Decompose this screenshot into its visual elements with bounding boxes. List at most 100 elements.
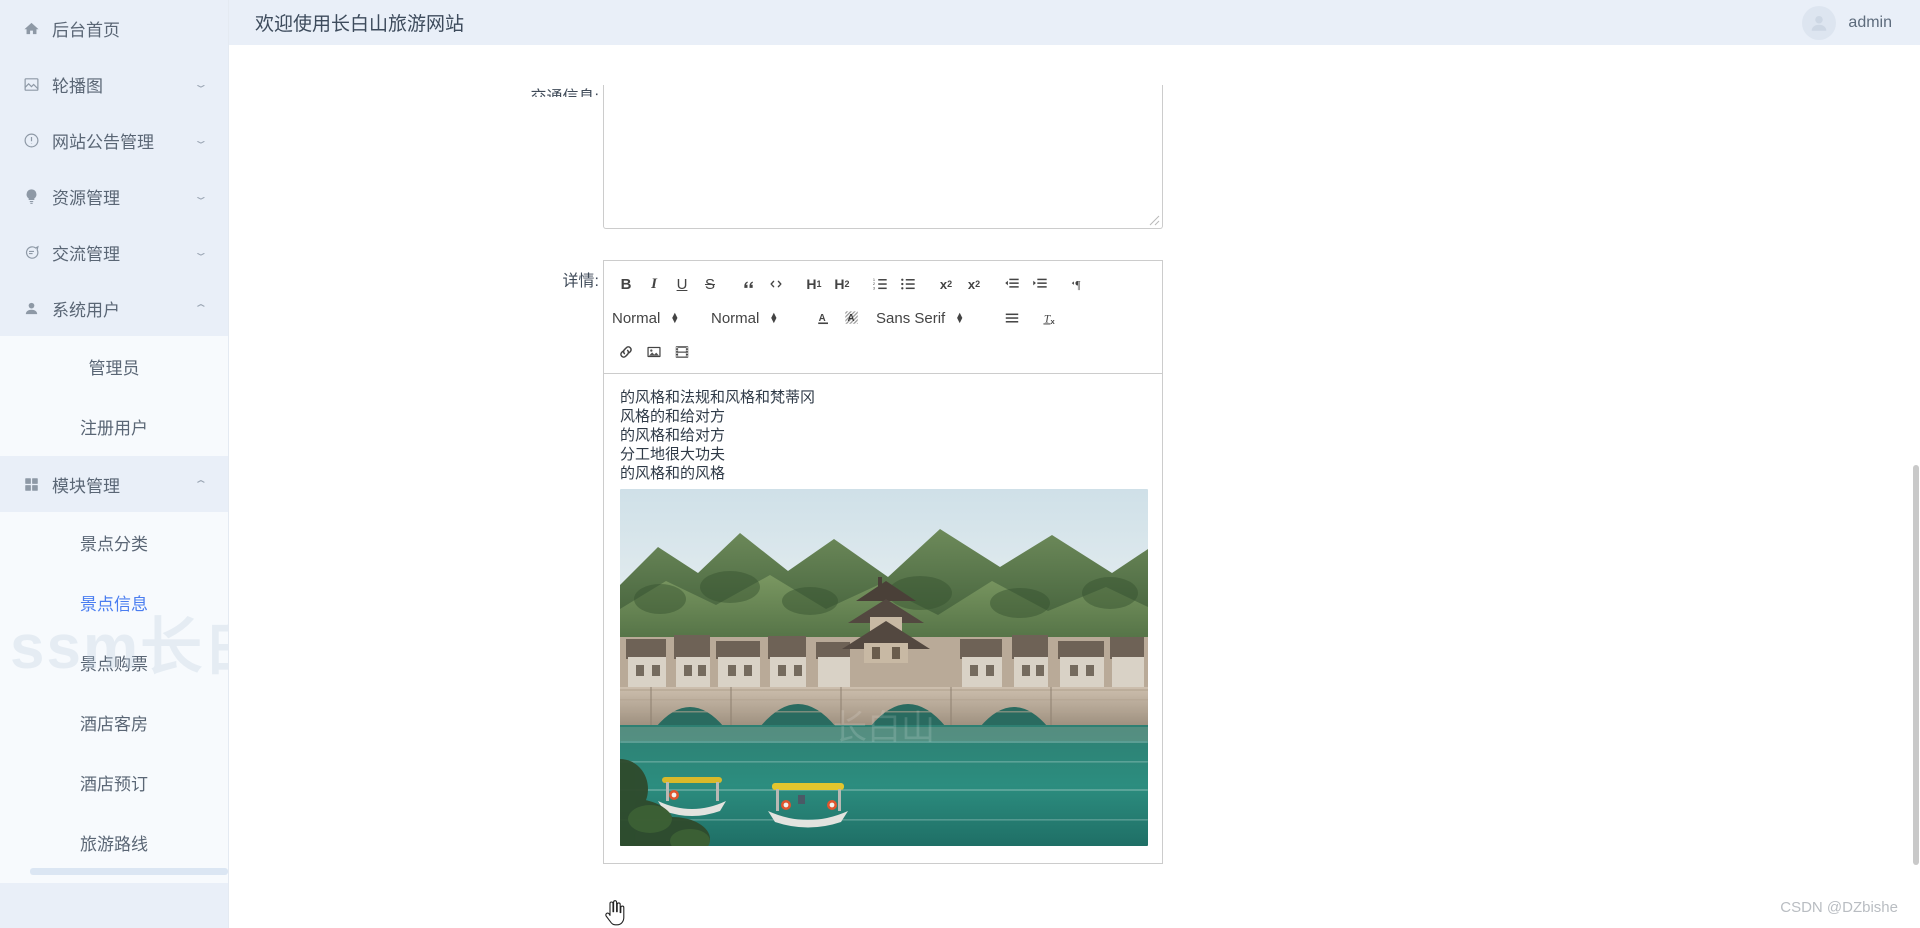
sidebar-subitem-label: 景点分类 [80,534,148,554]
underline-icon[interactable]: U [668,271,696,297]
traffic-info-textarea[interactable] [603,85,1163,229]
sidebar-item-system-users[interactable]: 系统用户 ⌃ [0,280,228,336]
heading-2-icon[interactable]: H2 [828,271,856,297]
bold-icon[interactable]: B [612,271,640,297]
sidebar-item-label: 系统用户 [52,300,120,320]
size-picker[interactable]: Normal ▲ ▼ [612,305,707,331]
editor-embedded-image[interactable]: 长白山 [620,489,1148,846]
clear-format-icon[interactable]: Tx [1036,305,1064,331]
editor-toolbar-row-3 [612,335,1154,369]
app-root: ssm长白山 0806102 后台首页 轮播图 ⌄ 网站公告管理 [0,0,1920,928]
editor-content-line: 分工地很大功夫 [620,446,726,463]
sidebar-scrollbar-overlay[interactable] [30,868,228,875]
sidebar-item-communication[interactable]: 交流管理 ⌄ [0,224,228,280]
content-bottom-spacer [229,883,1920,928]
sidebar-item-label: 交流管理 [52,244,120,264]
ordered-list-icon[interactable]: 123 [866,271,894,297]
italic-icon[interactable]: I [640,271,668,297]
text-direction-icon[interactable]: ¶ [1064,271,1092,297]
sidebar-item-dashboard[interactable]: 后台首页 [0,0,228,56]
image-icon [20,73,42,95]
editor-toolbar-row-1: B I U S H1 H2 1 2 3 x 2 x 2 ¶ [612,267,1154,301]
sidebar-subitem-registered-user[interactable]: 注册用户 [0,396,228,456]
indent-icon[interactable] [1026,271,1054,297]
sidebar-subitem-label: 管理员 [88,358,140,378]
sidebar-subitem-administrator[interactable]: 管理员 [0,336,228,396]
svg-text:A: A [848,313,855,324]
superscript-icon[interactable]: x2 [960,271,988,297]
sidebar-subitem-hotel-booking[interactable]: 酒店预订 [0,752,228,812]
sidebar-subitem-scenic-ticket[interactable]: 景点购票 [0,632,228,692]
chevron-down-icon: ⌄ [192,190,210,202]
user-name: admin [1848,13,1892,31]
svg-text:3: 3 [873,286,875,291]
chevron-up-icon: ⌃ [192,478,210,490]
sidebar-item-label: 网站公告管理 [52,132,154,152]
sidebar-item-label: 后台首页 [52,20,120,40]
sidebar-subitem-tour-route[interactable]: 旅游路线 [0,812,228,872]
sidebar-subitem-label: 酒店预订 [80,774,148,794]
editor-content-line: 的风格和法规和风格和梵蒂冈 [620,389,816,406]
chevron-up-icon: ⌃ [192,302,210,314]
bulb-icon [20,185,42,207]
main-area: 欢迎使用长白山旅游网站 admin 交通信息: 详情: [229,0,1920,928]
sidebar-item-resources[interactable]: 资源管理 ⌄ [0,168,228,224]
avatar[interactable] [1802,5,1837,40]
sidebar-subitem-label: 景点信息 [80,594,148,614]
align-icon[interactable] [998,305,1026,331]
video-icon[interactable] [668,339,696,365]
outdent-icon[interactable] [998,271,1026,297]
grid-icon [20,473,42,495]
sidebar-item-label: 轮播图 [52,76,103,96]
link-icon[interactable] [612,339,640,365]
background-color-icon[interactable]: A [838,305,866,331]
font-color-icon[interactable]: A [810,305,838,331]
vertical-scrollbar[interactable] [1912,45,1920,928]
sidebar-subitem-scenic-info[interactable]: 景点信息 [0,572,228,632]
editor-content-line: 的风格和的风格 [620,465,726,482]
sidebar-item-carousel[interactable]: 轮播图 ⌄ [0,56,228,112]
top-header: 欢迎使用长白山旅游网站 admin [229,0,1920,45]
sidebar-subitem-hotel-room[interactable]: 酒店客房 [0,692,228,752]
heading-1-icon[interactable]: H1 [800,271,828,297]
sidebar-item-label: 资源管理 [52,188,120,208]
bullet-list-icon[interactable] [894,271,922,297]
sidebar-subitem-label: 景点购票 [80,654,148,674]
svg-text:长白山: 长白山 [833,709,935,747]
content-area: 交通信息: 详情: B I U S [229,45,1920,928]
sidebar-item-module-management[interactable]: 模块管理 ⌃ [0,456,228,512]
sidebar-subitem-label: 旅游路线 [80,834,148,854]
traffic-info-label: 交通信息: [484,83,599,97]
editor-toolbar-row-2: Normal ▲ ▼ Normal ▲ ▼ A A Sans Serif ▲ ▼… [612,301,1154,335]
sidebar-module-submenu: 景点分类 景点信息 景点购票 酒店客房 酒店预订 旅游路线 [0,512,228,872]
sidebar: ssm长白山 0806102 后台首页 轮播图 ⌄ 网站公告管理 [0,0,229,928]
sidebar-subitem-label: 注册用户 [80,418,148,438]
font-picker[interactable]: Sans Serif ▲ ▼ [876,305,994,331]
sidebar-main-menu: 后台首页 轮播图 ⌄ 网站公告管理 ⌄ 资源管理 ⌄ 交流管理 ⌄ 系统用户 ⌃ [0,0,228,336]
sidebar-subitem-scenic-category[interactable]: 景点分类 [0,512,228,572]
home-icon [20,17,42,39]
sidebar-footer [0,883,228,928]
scenery-photo: 长白山 [620,489,1148,846]
code-block-icon[interactable] [762,271,790,297]
svg-text:¶: ¶ [1075,279,1081,291]
user-icon [20,297,42,319]
strike-icon[interactable]: S [696,271,724,297]
editor-content-line: 的风格和给对方 [620,427,726,444]
exclamation-circle-icon [20,129,42,151]
blockquote-icon[interactable] [734,271,762,297]
header-user-area[interactable]: admin [1802,5,1892,40]
svg-text:x: x [1050,317,1055,326]
chevron-down-icon: ⌄ [192,78,210,90]
image-icon[interactable] [640,339,668,365]
editor-content[interactable]: 的风格和法规和风格和梵蒂冈 风格的和给对方 的风格和给对方 分工地很大功夫 的风… [603,374,1163,864]
sidebar-item-announcements[interactable]: 网站公告管理 ⌄ [0,112,228,168]
vertical-scrollbar-thumb[interactable] [1913,465,1919,865]
page-title: 欢迎使用长白山旅游网站 [255,14,465,35]
sidebar-system-user-submenu: 管理员 注册用户 [0,336,228,456]
sidebar-subitem-label: 酒店客房 [80,714,148,734]
editor-toolbar: B I U S H1 H2 1 2 3 x 2 x 2 ¶ Normal ▲ ▼… [603,260,1163,374]
picker-arrow-icon: ▲ ▼ [670,310,680,325]
subscript-icon[interactable]: x2 [932,271,960,297]
header-picker[interactable]: Normal ▲ ▼ [711,305,806,331]
